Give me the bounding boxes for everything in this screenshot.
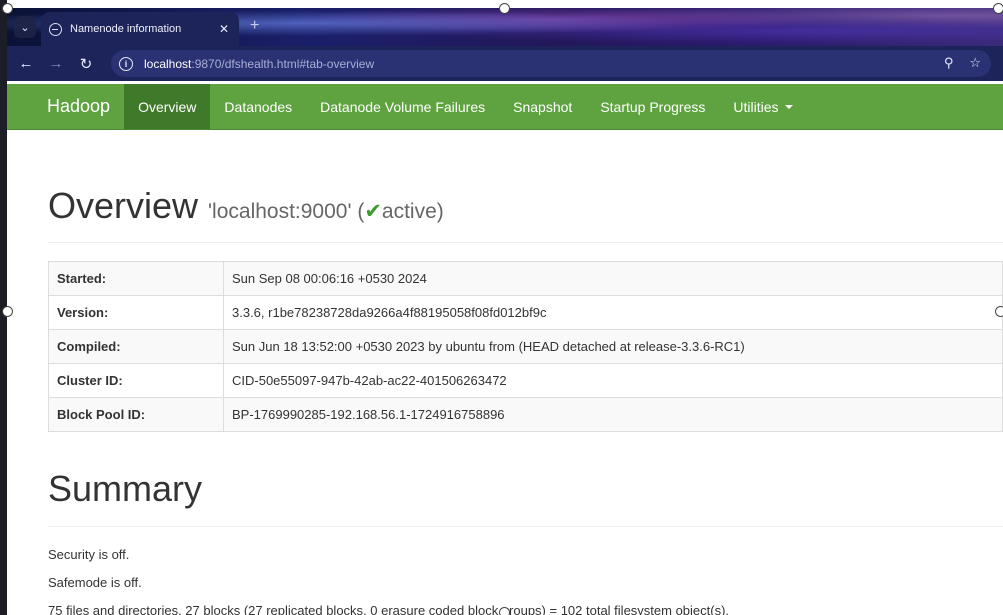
table-row: Block Pool ID: BP-1769990285-192.168.56.… [48,397,1003,432]
row-value: BP-1769990285-192.168.56.1-1724916758896 [223,397,1003,432]
tab-title: Namenode information [70,23,182,35]
nav-snapshot[interactable]: Snapshot [499,84,586,129]
page-title: Overview [48,185,199,226]
divider [48,526,1003,527]
new-tab-icon[interactable]: + [250,17,259,35]
page-content: Overview 'localhost:9000' (✔active) Star… [48,130,1003,615]
filesystem-summary: 75 files and directories, 27 blocks (27 … [48,603,730,615]
overview-table: Started: Sun Sep 08 00:06:16 +0530 2024 … [48,261,1003,432]
security-status: Security is off. [48,547,130,562]
table-row: Started: Sun Sep 08 00:06:16 +0530 2024 [48,261,1003,296]
arrow-right-icon: → [48,55,64,72]
address-bar[interactable]: i localhost:9870/dfshealth.html#tab-over… [111,50,991,77]
row-key: Cluster ID: [48,363,224,398]
summary-title: Summary [48,468,203,509]
tab-search-button[interactable]: ⌄ [14,16,36,38]
close-icon[interactable]: ✕ [219,22,229,36]
table-row: Cluster ID: CID-50e55097-947b-42ab-ac22-… [48,363,1003,398]
globe-icon [49,22,62,36]
reload-button[interactable]: ↻ [71,49,101,79]
resize-handle[interactable] [993,3,1003,14]
overview-header: Overview 'localhost:9000' (✔active) [48,185,1003,227]
row-value: Sun Jun 18 13:52:00 +0530 2023 by ubuntu… [223,329,1003,364]
safemode-status: Safemode is off. [48,575,142,590]
browser-tab-active[interactable]: Namenode information ✕ [41,12,239,46]
nav-startup-progress[interactable]: Startup Progress [586,84,719,129]
screenshot-frame: ⌄ Namenode information ✕ + ← → ↻ i local… [0,0,1003,615]
row-key: Compiled: [48,329,224,364]
caret-down-icon [784,104,793,109]
chevron-down-icon: ⌄ [20,21,30,34]
info-icon[interactable]: i [119,56,133,71]
row-value: 3.3.6, r1be78238728da9266a4f88195058f08f… [223,295,1003,330]
nav-datanodes[interactable]: Datanodes [210,84,306,129]
table-row: Version: 3.3.6, r1be78238728da9266a4f881… [48,295,1003,330]
resize-handle[interactable] [995,306,1003,317]
host-label: 'localhost:9000' [208,200,352,223]
resize-handle[interactable] [499,607,510,615]
divider [48,242,1003,243]
overview-subtitle: 'localhost:9000' (✔active) [208,200,444,223]
check-icon: ✔ [364,200,382,223]
row-key: Block Pool ID: [48,397,224,432]
status-label: active [381,200,437,223]
resize-handle[interactable] [2,3,13,14]
resize-handle[interactable] [2,306,13,317]
table-row: Compiled: Sun Jun 18 13:52:00 +0530 2023… [48,329,1003,364]
brand-logo[interactable]: Hadoop [7,84,124,129]
row-key: Version: [48,295,224,330]
nav-datanode-volume-failures[interactable]: Datanode Volume Failures [306,84,499,129]
arrow-left-icon: ← [18,55,34,72]
zoom-icon[interactable]: ⚲ [944,55,954,71]
browser-toolbar: ← → ↻ i localhost:9870/dfshealth.html#ta… [7,46,1003,81]
url-host: localhost [144,56,192,71]
resize-handle[interactable] [499,3,510,14]
row-key: Started: [48,261,224,296]
back-button[interactable]: ← [11,49,41,79]
row-value: CID-50e55097-947b-42ab-ac22-401506263472 [223,363,1003,398]
reload-icon: ↻ [79,55,93,73]
forward-button[interactable]: → [41,49,71,79]
nav-utilities-dropdown[interactable]: Utilities [719,84,806,129]
url-path: :9870/dfshealth.html#tab-overview [191,56,375,71]
row-value: Sun Sep 08 00:06:16 +0530 2024 [223,261,1003,296]
nav-overview[interactable]: Overview [124,84,211,129]
star-icon[interactable]: ☆ [969,55,981,71]
nav-utilities-label: Utilities [733,98,779,115]
hadoop-navbar: Hadoop Overview Datanodes Datanode Volum… [7,84,1003,130]
